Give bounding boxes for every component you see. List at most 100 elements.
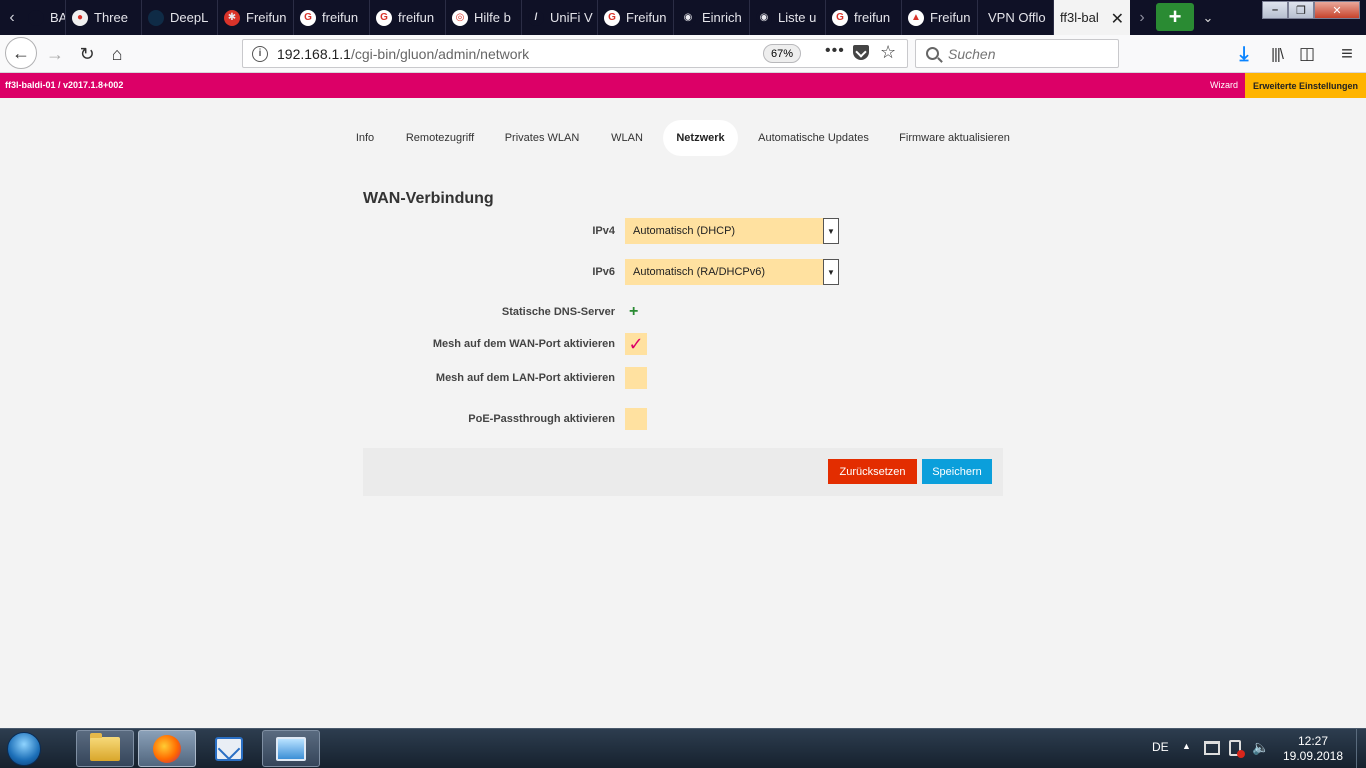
browser-tab-label: Freifun xyxy=(626,10,667,25)
url-text[interactable]: 192.168.1.1/cgi-bin/gluon/admin/network xyxy=(277,46,529,62)
close-tab-icon[interactable]: ✕ xyxy=(1111,9,1124,29)
browser-tab[interactable]: ◉ Liste u xyxy=(750,0,826,35)
tab-list: BAPI●ThreeDeepL✱FreifunGfreifunGfreifun◎… xyxy=(24,0,1130,35)
checkmark-icon: ✓ xyxy=(628,333,644,354)
browser-tab-active[interactable]: ff3l-bal ✕ xyxy=(1054,0,1130,35)
browser-tab[interactable]: ◉ Einrich xyxy=(674,0,750,35)
url-host: 192.168.1.1 xyxy=(277,45,351,62)
tab-favicon-icon: ✱ xyxy=(224,9,240,26)
back-button[interactable]: ← xyxy=(5,37,37,69)
ipv4-row: IPv4 Automatisch (DHCP) ▼ xyxy=(363,218,1003,244)
battery-icon[interactable] xyxy=(1229,740,1245,758)
nav-info[interactable]: Info xyxy=(351,120,379,156)
language-indicator[interactable]: DE xyxy=(1152,740,1169,754)
mesh-lan-checkbox[interactable] xyxy=(625,367,647,389)
dropdown-arrow-icon[interactable]: ▼ xyxy=(823,259,839,285)
taskbar-firefox[interactable] xyxy=(138,730,196,767)
show-hidden-icons-icon[interactable]: ▲ xyxy=(1182,741,1191,751)
maximize-button[interactable]: ❐ xyxy=(1288,1,1314,19)
browser-tab[interactable]: ◎ Hilfe b xyxy=(446,0,522,35)
browser-tab[interactable]: ● Three xyxy=(66,0,142,35)
browser-tab[interactable]: VPN Offlo xyxy=(978,0,1054,35)
sidebar-icon[interactable]: ◫ xyxy=(1293,39,1321,69)
nav-wlan[interactable]: WLAN xyxy=(605,120,649,156)
reload-button[interactable]: ↻ xyxy=(72,39,102,69)
tab-scroll-left-icon[interactable]: ‹ xyxy=(0,0,24,35)
forward-button[interactable]: → xyxy=(40,39,70,69)
minimize-button[interactable]: – xyxy=(1262,1,1288,19)
window-controls: – ❐ ✕ xyxy=(1262,1,1360,19)
address-bar[interactable]: i 192.168.1.1/cgi-bin/gluon/admin/networ… xyxy=(242,39,908,68)
advanced-settings-link[interactable]: Erweiterte Einstellungen xyxy=(1245,73,1366,98)
downloads-icon[interactable]: ⤓ xyxy=(1230,39,1258,69)
site-info-icon[interactable]: i xyxy=(252,45,268,62)
search-bar[interactable] xyxy=(915,39,1119,68)
start-button[interactable] xyxy=(4,730,44,768)
network-icon[interactable] xyxy=(1204,741,1220,755)
system-clock[interactable]: 12:27 19.09.2018 xyxy=(1280,734,1346,764)
tab-favicon-icon: ▲ xyxy=(908,9,924,26)
zoom-indicator[interactable]: 67% xyxy=(763,44,802,63)
browser-tab[interactable]: ▲ Freifun xyxy=(902,0,978,35)
browser-tab-label: Three xyxy=(94,10,128,25)
page-actions-icon[interactable]: ••• xyxy=(825,42,845,60)
nav-firmware-aktualisieren[interactable]: Firmware aktualisieren xyxy=(894,120,1015,156)
all-tabs-icon[interactable]: ⌄ xyxy=(1196,0,1220,35)
browser-tab[interactable]: Gfreifun xyxy=(826,0,902,35)
save-button[interactable]: Speichern xyxy=(922,459,992,484)
host-version: ff3l-baldi-01 / v2017.1.8+002 xyxy=(5,80,124,90)
dns-label: Statische DNS-Server xyxy=(501,306,615,318)
pocket-icon[interactable] xyxy=(853,45,869,60)
tab-favicon-icon: G xyxy=(604,9,620,26)
browser-tab-label: freifun xyxy=(854,10,891,25)
mesh-wan-checkbox[interactable]: ✓ xyxy=(625,333,647,355)
thunderbird-icon xyxy=(215,736,243,761)
browser-tab-strip: ‹ BAPI●ThreeDeepL✱FreifunGfreifunGfreifu… xyxy=(0,0,1366,35)
folder-icon xyxy=(90,732,120,761)
ipv6-select[interactable]: Automatisch (RA/DHCPv6) ▼ xyxy=(625,259,839,285)
library-icon[interactable]: |||\ xyxy=(1263,39,1291,69)
browser-tab[interactable]: DeepL xyxy=(142,0,218,35)
nav-netzwerk[interactable]: Netzwerk xyxy=(663,120,738,156)
new-tab-button[interactable]: + xyxy=(1156,3,1194,31)
windows-taskbar: DE ▲ 🔈 12:27 19.09.2018 xyxy=(0,728,1366,768)
show-desktop-button[interactable] xyxy=(1356,729,1366,768)
hamburger-menu-icon[interactable]: ≡ xyxy=(1333,39,1361,69)
wizard-link[interactable]: Wizard xyxy=(1210,80,1238,90)
browser-tab[interactable]: Gfreifun xyxy=(370,0,446,35)
taskbar-explorer[interactable] xyxy=(76,730,134,767)
nav-remotezugriff[interactable]: Remotezugriff xyxy=(400,120,480,156)
search-icon xyxy=(926,47,939,60)
browser-tab-label: UniFi V xyxy=(550,10,593,25)
mesh-lan-row: Mesh auf dem LAN-Port aktivieren xyxy=(363,367,1003,393)
add-dns-server-icon[interactable]: + xyxy=(629,303,638,321)
dns-row: Statische DNS-Server + xyxy=(363,299,1003,325)
home-button[interactable]: ⌂ xyxy=(102,39,132,69)
nav-privates-wlan[interactable]: Privates WLAN xyxy=(500,120,584,156)
nav-automatische-updates[interactable]: Automatische Updates xyxy=(753,120,874,156)
dropdown-arrow-icon[interactable]: ▼ xyxy=(823,218,839,244)
poe-checkbox[interactable] xyxy=(625,408,647,430)
tab-favicon-icon xyxy=(28,9,44,26)
remote-desktop-icon xyxy=(276,736,306,761)
browser-tab[interactable]: ✱ Freifun xyxy=(218,0,294,35)
taskbar-remote-desktop[interactable] xyxy=(262,730,320,767)
navigation-toolbar: ← → ↻ ⌂ i 192.168.1.1/cgi-bin/gluon/admi… xyxy=(0,35,1366,73)
browser-tab[interactable]: G Freifun xyxy=(598,0,674,35)
bookmark-star-icon[interactable]: ☆ xyxy=(880,42,896,63)
browser-tab[interactable]: BAPI xyxy=(24,0,66,35)
reset-button[interactable]: Zurücksetzen xyxy=(828,459,917,484)
tab-scroll-right-icon[interactable]: › xyxy=(1130,0,1154,35)
browser-tab-label: Liste u xyxy=(778,10,817,25)
browser-tab-label: VPN Offlo xyxy=(988,10,1046,25)
search-input[interactable] xyxy=(948,45,1108,62)
form-actions: Zurücksetzen Speichern xyxy=(363,448,1003,496)
volume-icon[interactable]: 🔈 xyxy=(1252,739,1269,756)
clock-date: 19.09.2018 xyxy=(1282,749,1344,763)
browser-tab[interactable]: / UniFi V xyxy=(522,0,598,35)
taskbar-thunderbird[interactable] xyxy=(200,730,258,767)
ipv6-row: IPv6 Automatisch (RA/DHCPv6) ▼ xyxy=(363,259,1003,285)
ipv4-select[interactable]: Automatisch (DHCP) ▼ xyxy=(625,218,839,244)
browser-tab[interactable]: Gfreifun xyxy=(294,0,370,35)
close-window-button[interactable]: ✕ xyxy=(1314,1,1360,19)
